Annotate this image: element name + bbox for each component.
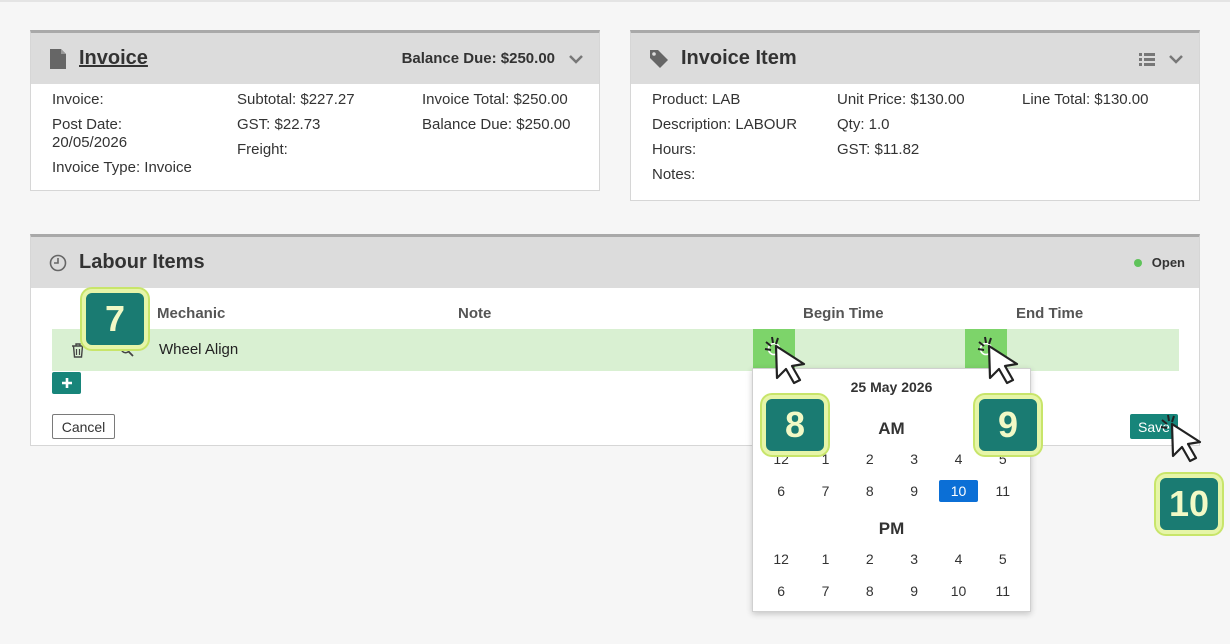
pm-hour-1[interactable]: 1 xyxy=(803,548,847,570)
tag-icon xyxy=(650,49,668,68)
step-badge-10: 10 xyxy=(1156,474,1222,534)
step-badge-8: 8 xyxy=(762,395,828,455)
click-cursor-icon xyxy=(977,336,1019,385)
post-date-label: Post Date: xyxy=(52,116,123,133)
am-hour-9[interactable]: 9 xyxy=(892,480,936,502)
document-icon xyxy=(50,48,66,69)
invoice-title-link[interactable]: Invoice xyxy=(79,47,148,70)
post-date-value: 20/05/2026 xyxy=(52,134,128,151)
pm-hour-2[interactable]: 2 xyxy=(848,548,892,570)
invoice-details: Invoice: Post Date: 20/05/2026 Invoice T… xyxy=(31,84,599,192)
line-total: Line Total: $130.00 xyxy=(1022,91,1149,108)
balance-due: Balance Due: $250.00 xyxy=(422,116,571,133)
am-hours-grid: 12 1 2 3 4 5 6 7 8 9 10 11 xyxy=(759,448,1025,502)
am-hour-11[interactable]: 11 xyxy=(981,480,1025,502)
pm-hour-6[interactable]: 6 xyxy=(759,580,803,602)
step-badge-9: 9 xyxy=(975,395,1041,455)
invoice-item-title: Invoice Item xyxy=(681,47,797,69)
am-hour-10[interactable]: 10 xyxy=(939,480,978,502)
invoice-item-panel: Invoice Item Product: LAB Description: L… xyxy=(630,30,1200,201)
note-value[interactable]: Wheel Align xyxy=(159,341,238,358)
description: Description: LABOUR xyxy=(652,116,798,133)
subtotal: Subtotal: $227.27 xyxy=(237,91,355,108)
hours: Hours: xyxy=(652,141,697,158)
click-cursor-icon xyxy=(1160,414,1202,463)
column-mechanic: Mechanic xyxy=(157,305,226,322)
trash-icon[interactable] xyxy=(71,343,85,358)
plus-icon xyxy=(61,378,72,388)
pm-hour-7[interactable]: 7 xyxy=(803,580,847,602)
list-icon[interactable] xyxy=(1139,52,1155,66)
freight: Freight: xyxy=(237,141,288,158)
invoice-item-panel-header: Invoice Item xyxy=(631,33,1199,84)
am-hour-2[interactable]: 2 xyxy=(848,448,892,470)
pm-hour-4[interactable]: 4 xyxy=(936,548,980,570)
unit-price: Unit Price: $130.00 xyxy=(837,91,965,108)
pm-hour-11[interactable]: 11 xyxy=(981,580,1025,602)
top-divider xyxy=(0,0,1230,2)
gst: GST: $22.73 xyxy=(237,116,321,133)
status-dot xyxy=(1133,258,1142,267)
status-badge: Open xyxy=(1151,255,1185,270)
am-hour-6[interactable]: 6 xyxy=(759,480,803,502)
invoice-panel-header: Invoice Balance Due: $250.00 xyxy=(31,33,599,84)
am-hour-8[interactable]: 8 xyxy=(848,480,892,502)
invoice-number-label: Invoice: xyxy=(52,91,104,108)
column-note: Note xyxy=(458,305,492,322)
item-gst: GST: $11.82 xyxy=(837,141,920,158)
click-cursor-icon xyxy=(764,336,806,385)
invoice-panel: Invoice Balance Due: $250.00 Invoice: Po… xyxy=(30,30,600,191)
step-badge-7: 7 xyxy=(82,289,148,349)
notes: Notes: xyxy=(652,166,696,183)
balance-due-header: Balance Due: $250.00 xyxy=(401,50,555,67)
invoice-item-details: Product: LAB Description: LABOUR Hours: … xyxy=(631,84,1199,192)
pm-hour-5[interactable]: 5 xyxy=(981,548,1025,570)
pm-hours-grid: 12 1 2 3 4 5 6 7 8 9 10 11 xyxy=(759,548,1025,602)
pm-label: PM xyxy=(878,519,905,538)
chevron-down-icon[interactable] xyxy=(567,50,585,68)
invoice-type: Invoice Type: Invoice xyxy=(52,159,192,176)
labour-items-title: Labour Items xyxy=(79,251,205,273)
cancel-button[interactable]: Cancel xyxy=(52,414,115,439)
pm-hour-12[interactable]: 12 xyxy=(759,548,803,570)
am-hour-3[interactable]: 3 xyxy=(892,448,936,470)
product: Product: LAB xyxy=(652,91,741,108)
column-end-time: End Time xyxy=(1016,305,1084,322)
pm-hour-9[interactable]: 9 xyxy=(892,580,936,602)
pm-hour-10[interactable]: 10 xyxy=(936,580,980,602)
column-begin-time: Begin Time xyxy=(803,305,884,322)
chevron-down-icon[interactable] xyxy=(1167,50,1185,68)
labour-panel-header: Labour Items Open xyxy=(31,237,1199,288)
invoice-total: Invoice Total: $250.00 xyxy=(422,91,568,108)
am-hour-4[interactable]: 4 xyxy=(936,448,980,470)
clock-icon xyxy=(49,254,67,271)
qty: Qty: 1.0 xyxy=(837,116,890,133)
am-hour-7[interactable]: 7 xyxy=(803,480,847,502)
pm-hour-8[interactable]: 8 xyxy=(848,580,892,602)
add-row-button[interactable] xyxy=(52,372,81,394)
pm-hour-3[interactable]: 3 xyxy=(892,548,936,570)
